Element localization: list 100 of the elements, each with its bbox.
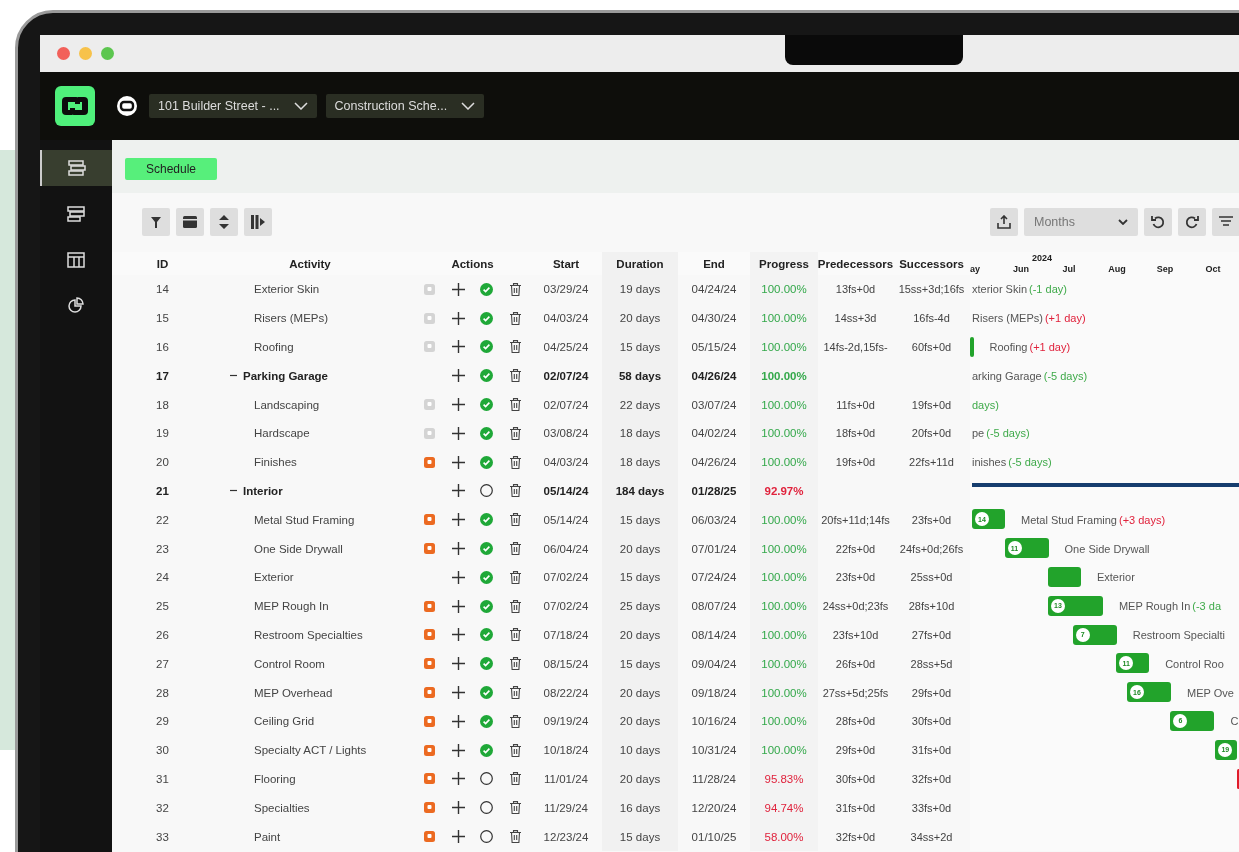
plus-icon[interactable]: [451, 369, 465, 383]
plus-icon[interactable]: [451, 801, 465, 815]
trash-icon[interactable]: [510, 830, 522, 844]
plus-icon[interactable]: [451, 542, 465, 556]
trash-icon[interactable]: [510, 426, 522, 440]
trash-icon[interactable]: [510, 686, 522, 700]
trash-icon[interactable]: [510, 484, 522, 498]
check-circle-icon[interactable]: [480, 311, 494, 325]
note-icon[interactable]: [423, 514, 435, 526]
task-bar[interactable]: [1047, 566, 1081, 587]
empty-circle-icon[interactable]: [480, 801, 494, 815]
trash-icon[interactable]: [510, 772, 522, 786]
trash-icon[interactable]: [510, 801, 522, 815]
export-button[interactable]: [990, 208, 1018, 236]
plus-icon[interactable]: [451, 311, 465, 325]
check-circle-icon[interactable]: [480, 686, 494, 700]
check-circle-icon[interactable]: [480, 599, 494, 613]
trash-icon[interactable]: [510, 369, 522, 383]
trash-icon[interactable]: [510, 714, 522, 728]
check-circle-icon[interactable]: [480, 513, 494, 527]
progress-cell: 100.00%: [761, 542, 807, 555]
sort-button[interactable]: [210, 208, 238, 236]
filter-button[interactable]: [142, 208, 170, 236]
predecessors-cell: 32fs+0d: [835, 830, 876, 843]
note-icon[interactable]: [423, 543, 435, 555]
check-circle-icon[interactable]: [480, 714, 494, 728]
empty-circle-icon[interactable]: [480, 830, 494, 844]
plus-icon[interactable]: [451, 455, 465, 469]
note-icon[interactable]: [423, 802, 435, 814]
note-icon[interactable]: [423, 773, 435, 785]
check-circle-icon[interactable]: [480, 628, 494, 642]
plus-icon[interactable]: [451, 772, 465, 786]
note-icon[interactable]: [423, 831, 435, 843]
plus-icon[interactable]: [451, 570, 465, 584]
filter-lines-button[interactable]: [1212, 208, 1239, 236]
note-icon[interactable]: [423, 715, 435, 727]
plus-icon[interactable]: [451, 513, 465, 527]
empty-circle-icon[interactable]: [480, 484, 494, 498]
trash-icon[interactable]: [510, 340, 522, 354]
summary-bar[interactable]: [972, 482, 1239, 487]
check-circle-icon[interactable]: [480, 340, 494, 354]
trash-icon[interactable]: [510, 398, 522, 412]
plus-icon[interactable]: [451, 714, 465, 728]
check-circle-icon[interactable]: [480, 455, 494, 469]
activity-cell: Landscaping: [254, 398, 320, 411]
note-icon[interactable]: [423, 600, 435, 612]
trash-icon[interactable]: [510, 542, 522, 556]
id-cell: 22: [156, 513, 169, 526]
duration-cell: 16 days: [619, 801, 661, 814]
app-logo[interactable]: [55, 86, 95, 126]
schedule-tab[interactable]: Schedule: [125, 158, 217, 180]
plus-icon[interactable]: [451, 686, 465, 700]
empty-circle-icon[interactable]: [480, 772, 494, 786]
trash-icon[interactable]: [510, 599, 522, 613]
plus-icon[interactable]: [451, 398, 465, 412]
plus-icon[interactable]: [451, 426, 465, 440]
trash-icon[interactable]: [510, 455, 522, 469]
plus-icon[interactable]: [451, 484, 465, 498]
close-button[interactable]: [57, 47, 70, 60]
plus-icon[interactable]: [451, 628, 465, 642]
plus-icon[interactable]: [451, 599, 465, 613]
progress-cell: 100.00%: [761, 628, 807, 641]
check-circle-icon[interactable]: [480, 398, 494, 412]
trash-icon[interactable]: [510, 743, 522, 757]
task-bar[interactable]: [970, 336, 974, 357]
note-icon[interactable]: [423, 744, 435, 756]
trash-icon[interactable]: [510, 311, 522, 325]
check-circle-icon[interactable]: [480, 743, 494, 757]
plus-icon[interactable]: [451, 340, 465, 354]
trash-icon[interactable]: [510, 282, 522, 296]
note-icon[interactable]: [423, 629, 435, 641]
note-icon[interactable]: [423, 687, 435, 699]
company-logo-icon[interactable]: [116, 95, 138, 117]
check-circle-icon[interactable]: [480, 426, 494, 440]
id-cell: 16: [156, 341, 169, 353]
trash-icon[interactable]: [510, 628, 522, 642]
check-circle-icon[interactable]: [480, 542, 494, 556]
plus-icon[interactable]: [451, 830, 465, 844]
trash-icon[interactable]: [510, 570, 522, 584]
note-icon[interactable]: [423, 456, 435, 468]
redo-button[interactable]: [1178, 208, 1206, 236]
trash-icon[interactable]: [510, 657, 522, 671]
trash-icon[interactable]: [510, 513, 522, 527]
undo-button[interactable]: [1144, 208, 1172, 236]
note-icon[interactable]: [423, 658, 435, 670]
plus-icon[interactable]: [451, 657, 465, 671]
columns-button[interactable]: [244, 208, 272, 236]
schedule-dropdown[interactable]: Construction Sche...: [325, 94, 485, 118]
sidebar-item[interactable]: [40, 150, 112, 186]
plus-icon[interactable]: [451, 743, 465, 757]
check-circle-icon[interactable]: [480, 369, 494, 383]
plus-icon[interactable]: [451, 282, 465, 296]
calendar-button[interactable]: [176, 208, 204, 236]
project-dropdown[interactable]: 101 Builder Street - ...: [149, 94, 317, 118]
check-circle-icon[interactable]: [480, 570, 494, 584]
bar-delay: (-3 da: [1192, 600, 1222, 613]
timescale-dropdown[interactable]: Months: [1024, 208, 1138, 236]
check-circle-icon[interactable]: [480, 657, 494, 671]
check-circle-icon[interactable]: [480, 282, 494, 296]
end-date-cell: 04/26/24: [691, 369, 737, 382]
